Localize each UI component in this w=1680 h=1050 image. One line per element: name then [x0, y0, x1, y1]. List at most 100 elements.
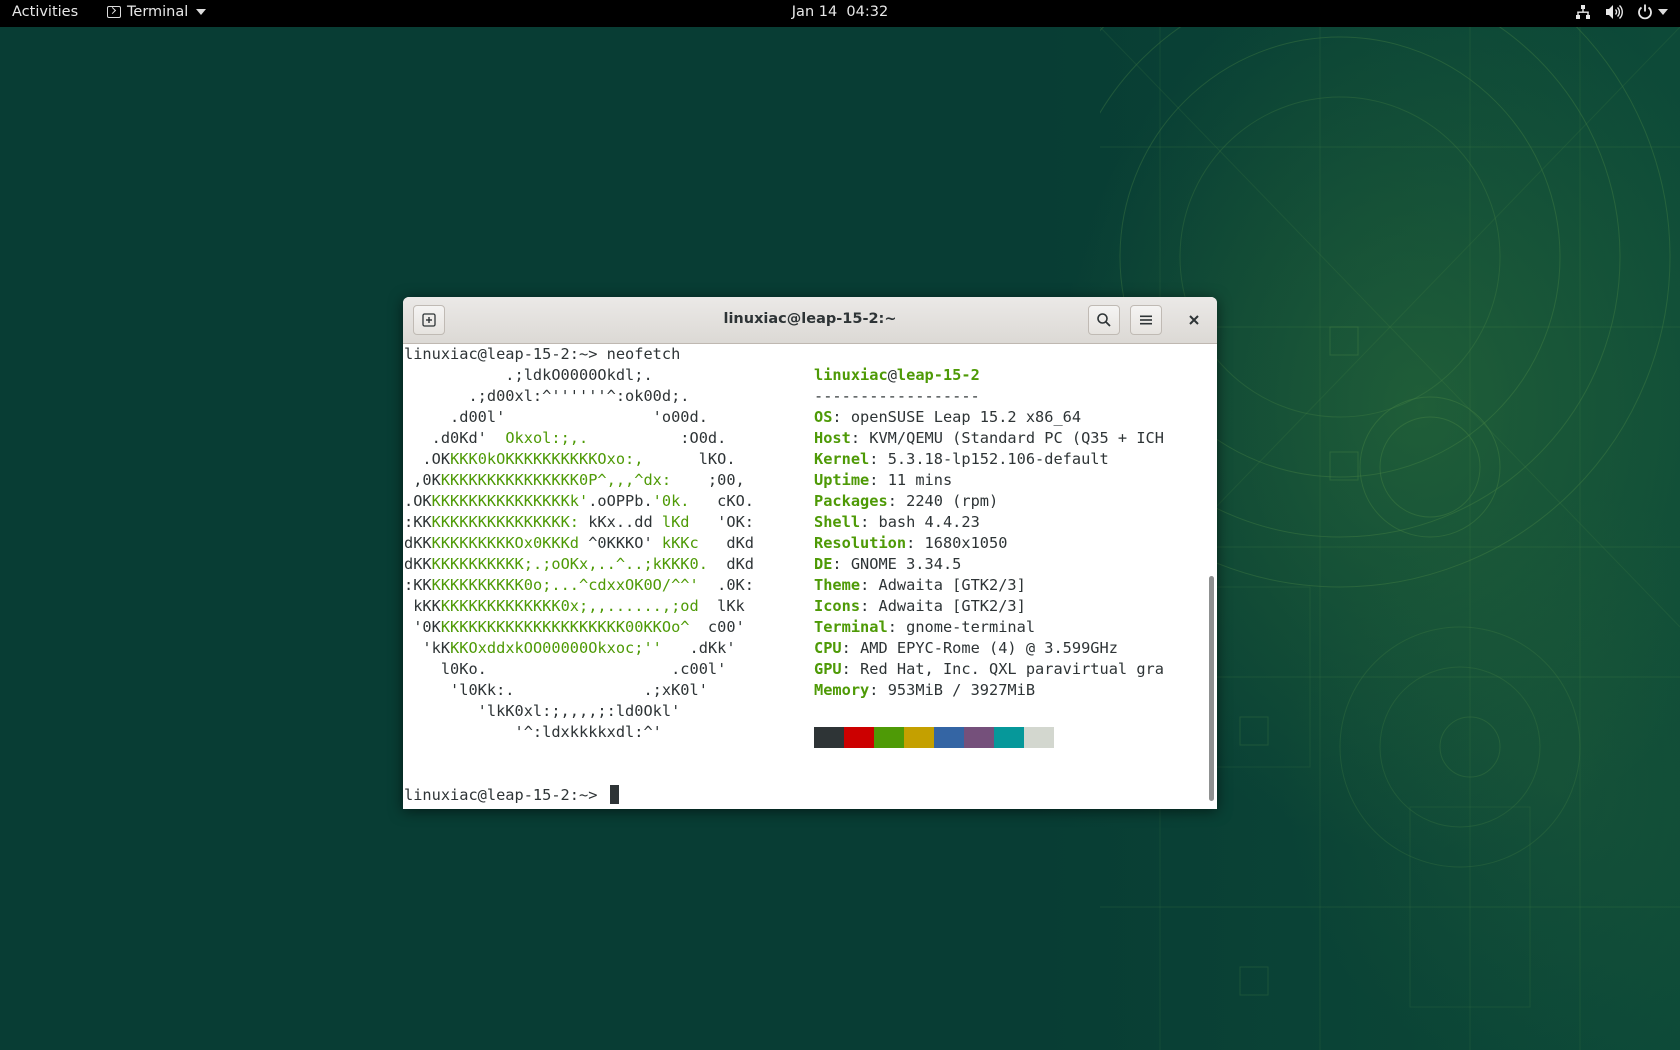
terminal-icon [107, 6, 121, 18]
logo-segment: KKKKKKKKKKKKKKK0P^,,,^dx: [440, 471, 672, 489]
logo-segment: dKK [404, 534, 432, 552]
logo-segment: :O0d. [588, 429, 727, 447]
palette-swatch [904, 727, 934, 748]
logo-segment: cKO. [689, 492, 754, 510]
logo-segment: .;ldkO0000Okdl;. [404, 366, 653, 384]
info-key: CPU [814, 639, 842, 657]
system-info: linuxiac@leap-15-2 ------------------ OS… [814, 366, 1164, 699]
power-icon[interactable] [1637, 4, 1668, 20]
logo-segment: '0K [404, 618, 441, 636]
terminal-window[interactable]: linuxiac@leap-15-2:~ linuxiac@leap-15-2:… [403, 297, 1217, 809]
palette-swatch [1024, 727, 1054, 748]
logo-segment: kKx..dd [588, 513, 662, 531]
palette-swatch [934, 727, 964, 748]
logo-segment: .d0Kd' [404, 429, 506, 447]
logo-segment: 'kK [404, 639, 451, 657]
logo-segment: dKd [707, 555, 754, 573]
activities-button[interactable]: Activities [12, 4, 78, 20]
logo-segment: kKK [404, 597, 441, 615]
current-prompt[interactable]: linuxiac@leap-15-2:~> [404, 785, 619, 806]
system-tray[interactable] [1575, 4, 1668, 20]
info-key: Kernel [814, 450, 870, 468]
info-value: 11 mins [887, 471, 953, 489]
volume-icon[interactable] [1605, 4, 1623, 20]
logo-segment: KKKKKKKKKKKKKKKk' [431, 492, 589, 510]
search-icon [1097, 313, 1111, 327]
info-value: 1680x1050 [924, 534, 1008, 552]
info-at: @ [887, 366, 897, 384]
text-cursor [609, 785, 619, 804]
logo-segment: ;00, [671, 471, 745, 489]
command-line: linuxiac@leap-15-2:~> neofetch [404, 345, 681, 363]
logo-segment: l0Ko. .c00l' [404, 660, 727, 678]
close-button[interactable] [1179, 305, 1209, 335]
logo-segment: .OK [404, 450, 451, 468]
logo-segment: :KK [404, 576, 432, 594]
logo-segment: KKKKKKKKKK0o;...^cdxxOK0O/^^' [431, 576, 699, 594]
logo-segment: '^:ldxkkkkxdl:^' [404, 723, 662, 741]
logo-segment: KKKKKKKKKK;.;oOKx,..^..;kKKK0. [431, 555, 708, 573]
info-value: openSUSE Leap 15.2 x86_64 [850, 408, 1082, 426]
logo-segment: c00' [689, 618, 745, 636]
clock-area: Jan 14 04:32 [0, 4, 1680, 20]
logo-segment: .OK [404, 492, 432, 510]
logo-segment: .d00l' 'o00d. [404, 408, 708, 426]
logo-segment: lKk [698, 597, 745, 615]
app-menu-button[interactable]: Terminal [107, 4, 207, 20]
logo-segment: KKKKKKKKKKKKK0x;,,......,;od [440, 597, 699, 615]
search-button[interactable] [1088, 305, 1120, 335]
prompt-text: linuxiac@leap-15-2:~> [404, 786, 607, 804]
info-value: 953MiB / 3927MiB [887, 681, 1036, 699]
terminal-content[interactable]: linuxiac@leap-15-2:~> neofetch .;ldkO000… [403, 344, 1205, 809]
header-bar[interactable]: linuxiac@leap-15-2:~ [403, 297, 1217, 344]
logo-segment: KKK0kOKKKKKKKKKKOxo:, [450, 450, 644, 468]
info-key: Host [814, 429, 851, 447]
info-value: GNOME 3.34.5 [850, 555, 962, 573]
info-value: bash 4.4.23 [878, 513, 980, 531]
info-value: 2240 (rpm) [906, 492, 999, 510]
logo-segment: 'OK: [689, 513, 754, 531]
palette-swatch [994, 727, 1024, 748]
palette-swatch [964, 727, 994, 748]
date-time-button[interactable]: Jan 14 04:32 [792, 4, 888, 20]
ascii-logo: .;ldkO0000Okdl;. .;d00xl:^''''''^:ok00d;… [404, 365, 754, 743]
gnome-top-bar: Activities Terminal Jan 14 04:32 [0, 0, 1680, 27]
info-value: Adwaita [GTK2/3] [878, 576, 1026, 594]
info-key: Icons [814, 597, 861, 615]
logo-segment: .0K: [698, 576, 754, 594]
info-key: GPU [814, 660, 842, 678]
info-key: OS [814, 408, 833, 426]
info-user: linuxiac [814, 366, 888, 384]
scrollbar[interactable] [1205, 344, 1217, 809]
color-palette [814, 727, 1054, 748]
logo-segment: lKd [661, 513, 690, 531]
info-key: Resolution [814, 534, 907, 552]
chevron-down-icon [196, 9, 207, 15]
info-key: Theme [814, 576, 861, 594]
info-key: Terminal [814, 618, 888, 636]
scrollbar-thumb[interactable] [1209, 576, 1214, 801]
menu-button[interactable] [1130, 305, 1162, 335]
logo-segment: :KK [404, 513, 432, 531]
logo-segment: Okxol:;,. [505, 429, 589, 447]
logo-segment: KKOxddxkOO00000Okxoc;'' [450, 639, 662, 657]
logo-segment: dKd [698, 534, 754, 552]
logo-segment: dKK [404, 555, 432, 573]
logo-segment: .oOPPb. [588, 492, 653, 510]
hamburger-menu-icon [1140, 315, 1152, 325]
info-host: leap-15-2 [896, 366, 980, 384]
info-key: Memory [814, 681, 870, 699]
info-value: Adwaita [GTK2/3] [878, 597, 1026, 615]
info-value: KVM/QEMU (Standard PC (Q35 + ICH [869, 429, 1164, 447]
palette-swatch [874, 727, 904, 748]
logo-segment: KKKKKKKKKKKKKKK: [431, 513, 589, 531]
info-key: Uptime [814, 471, 870, 489]
logo-segment: 'l0Kk:. .;xK0l' [404, 681, 708, 699]
logo-segment: '0k. [652, 492, 690, 510]
logo-segment: .;d00xl:^''''''^:ok00d;. [404, 387, 690, 405]
app-menu-label: Terminal [127, 4, 189, 20]
info-value: gnome-terminal [906, 618, 1036, 636]
logo-segment: ^0KKKO' [588, 534, 662, 552]
network-icon[interactable] [1575, 4, 1591, 20]
info-key: Packages [814, 492, 888, 510]
